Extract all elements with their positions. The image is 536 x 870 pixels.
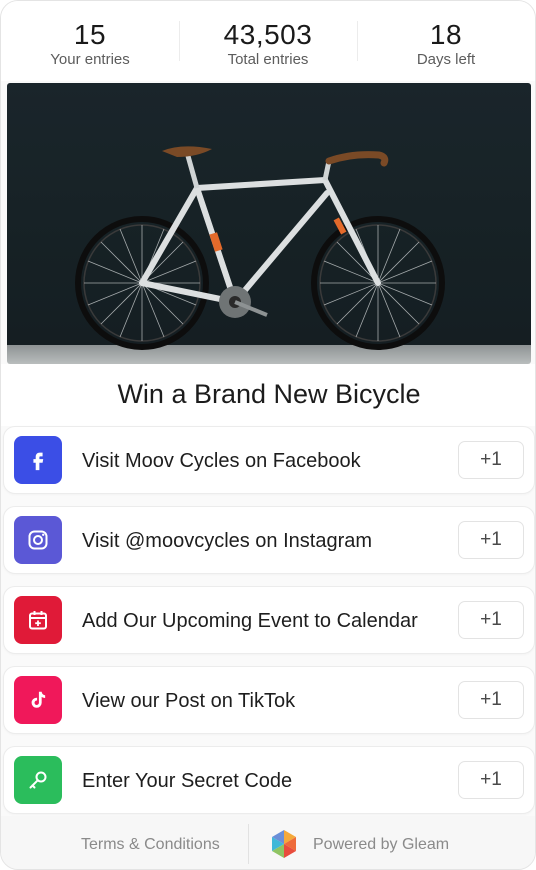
footer: Terms & Conditions Powered by Gleam [1, 816, 535, 869]
key-icon [14, 756, 62, 804]
entry-points-button[interactable]: +1 [458, 761, 524, 799]
entry-instagram[interactable]: Visit @moovcycles on Instagram +1 [3, 506, 535, 574]
calendar-icon [14, 596, 62, 644]
entry-secret-code[interactable]: Enter Your Secret Code +1 [3, 746, 535, 814]
stats-bar: 15 Your entries 43,503 Total entries 18 … [1, 1, 535, 81]
entry-tiktok[interactable]: View our Post on TikTok +1 [3, 666, 535, 734]
facebook-icon [14, 436, 62, 484]
instagram-icon [14, 516, 62, 564]
entry-points-button[interactable]: +1 [458, 441, 524, 479]
terms-link[interactable]: Terms & Conditions [81, 835, 220, 855]
entry-label: Enter Your Secret Code [82, 770, 293, 792]
page-title: Win a Brand New Bicycle [117, 379, 421, 409]
stat-label: Total entries [227, 51, 309, 68]
powered-by-link[interactable]: Powered by Gleam [313, 835, 449, 855]
stat-total-entries: 43,503 Total entries [179, 1, 357, 81]
stat-value: 18 [429, 19, 463, 50]
stat-label: Days left [416, 51, 476, 68]
stat-value: 15 [73, 19, 107, 50]
entry-calendar[interactable]: Add Our Upcoming Event to Calendar +1 [3, 586, 535, 654]
competition-widget: 15 Your entries 43,503 Total entries 18 … [0, 0, 536, 870]
stat-value: 43,503 [223, 19, 313, 50]
entry-label: Visit @moovcycles on Instagram [82, 530, 373, 552]
entry-label: Visit Moov Cycles on Facebook [82, 450, 361, 472]
entry-points-button[interactable]: +1 [458, 681, 524, 719]
entry-label: View our Post on TikTok [82, 690, 296, 712]
stat-days-left: 18 Days left [357, 1, 535, 81]
entry-points-button[interactable]: +1 [458, 601, 524, 639]
entry-facebook[interactable]: Visit Moov Cycles on Facebook +1 [3, 426, 535, 494]
tiktok-icon [14, 676, 62, 724]
entry-label: Add Our Upcoming Event to Calendar [82, 610, 418, 632]
gleam-logo [272, 830, 296, 858]
bicycle-photo [7, 83, 531, 364]
footer-divider [248, 824, 249, 864]
stat-label: Your entries [50, 51, 130, 68]
entry-points-button[interactable]: +1 [458, 521, 524, 559]
stat-your-entries: 15 Your entries [1, 1, 179, 81]
